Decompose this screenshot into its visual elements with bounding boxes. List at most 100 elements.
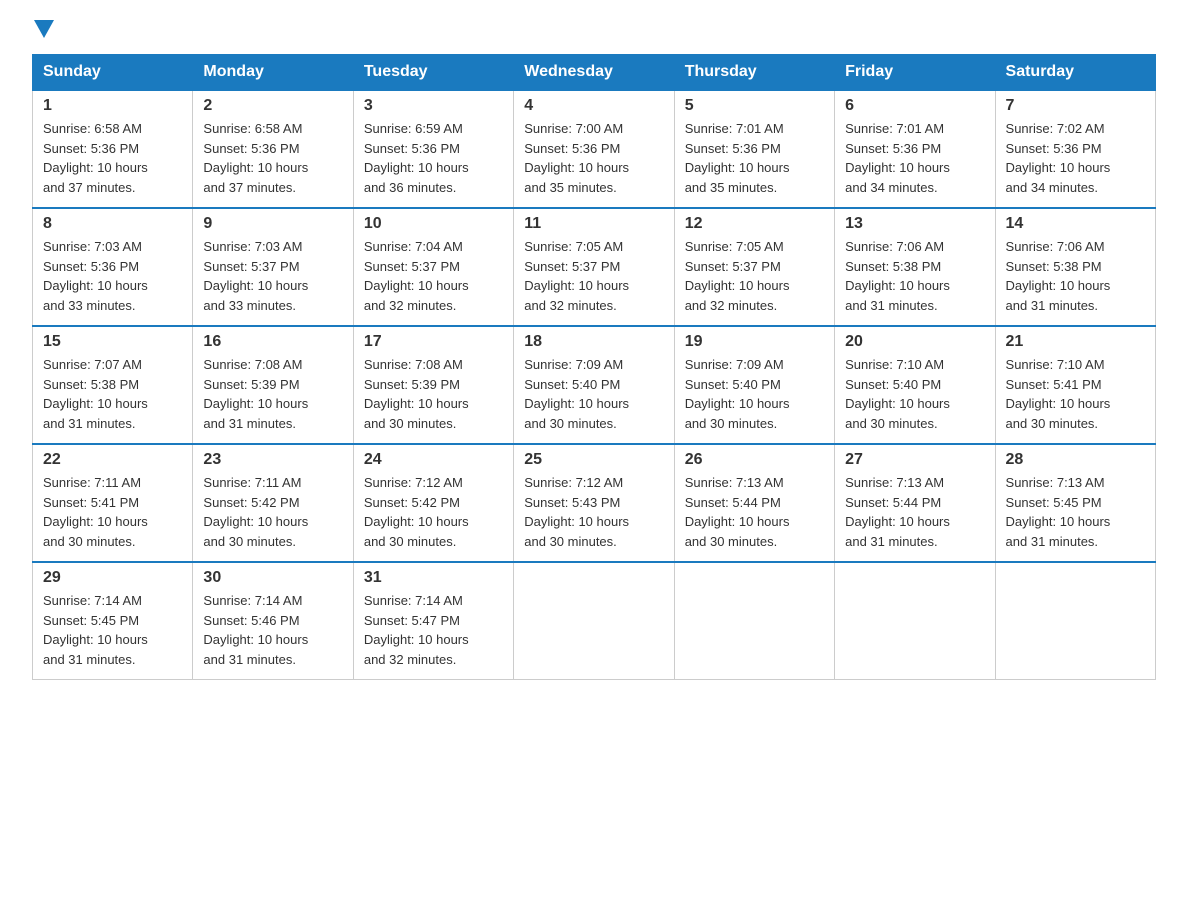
day-info: Sunrise: 7:14 AM Sunset: 5:46 PM Dayligh… [203,591,342,669]
day-info: Sunrise: 7:13 AM Sunset: 5:44 PM Dayligh… [845,473,984,551]
calendar-cell: 8 Sunrise: 7:03 AM Sunset: 5:36 PM Dayli… [33,208,193,326]
day-info: Sunrise: 7:04 AM Sunset: 5:37 PM Dayligh… [364,237,503,315]
day-info: Sunrise: 7:01 AM Sunset: 5:36 PM Dayligh… [685,119,824,197]
day-info: Sunrise: 6:58 AM Sunset: 5:36 PM Dayligh… [43,119,182,197]
calendar-cell: 20 Sunrise: 7:10 AM Sunset: 5:40 PM Dayl… [835,326,995,444]
day-number: 11 [524,215,663,233]
calendar-cell: 6 Sunrise: 7:01 AM Sunset: 5:36 PM Dayli… [835,90,995,208]
calendar-cell: 29 Sunrise: 7:14 AM Sunset: 5:45 PM Dayl… [33,562,193,680]
calendar-cell: 11 Sunrise: 7:05 AM Sunset: 5:37 PM Dayl… [514,208,674,326]
calendar-cell: 15 Sunrise: 7:07 AM Sunset: 5:38 PM Dayl… [33,326,193,444]
calendar-cell: 22 Sunrise: 7:11 AM Sunset: 5:41 PM Dayl… [33,444,193,562]
header [32,24,1156,38]
calendar-week-row: 15 Sunrise: 7:07 AM Sunset: 5:38 PM Dayl… [33,326,1156,444]
day-number: 5 [685,97,824,115]
day-info: Sunrise: 7:06 AM Sunset: 5:38 PM Dayligh… [845,237,984,315]
day-number: 12 [685,215,824,233]
calendar-cell: 17 Sunrise: 7:08 AM Sunset: 5:39 PM Dayl… [353,326,513,444]
calendar-cell: 1 Sunrise: 6:58 AM Sunset: 5:36 PM Dayli… [33,90,193,208]
calendar-cell [835,562,995,680]
day-number: 6 [845,97,984,115]
day-number: 8 [43,215,182,233]
day-number: 14 [1006,215,1145,233]
calendar-cell: 19 Sunrise: 7:09 AM Sunset: 5:40 PM Dayl… [674,326,834,444]
calendar-cell: 4 Sunrise: 7:00 AM Sunset: 5:36 PM Dayli… [514,90,674,208]
calendar-cell: 9 Sunrise: 7:03 AM Sunset: 5:37 PM Dayli… [193,208,353,326]
calendar-cell [674,562,834,680]
calendar-cell: 28 Sunrise: 7:13 AM Sunset: 5:45 PM Dayl… [995,444,1155,562]
day-info: Sunrise: 7:11 AM Sunset: 5:42 PM Dayligh… [203,473,342,551]
day-number: 18 [524,333,663,351]
day-info: Sunrise: 7:05 AM Sunset: 5:37 PM Dayligh… [685,237,824,315]
calendar-cell: 26 Sunrise: 7:13 AM Sunset: 5:44 PM Dayl… [674,444,834,562]
header-monday: Monday [193,55,353,91]
day-number: 17 [364,333,503,351]
day-info: Sunrise: 7:12 AM Sunset: 5:42 PM Dayligh… [364,473,503,551]
day-number: 4 [524,97,663,115]
calendar-cell: 7 Sunrise: 7:02 AM Sunset: 5:36 PM Dayli… [995,90,1155,208]
day-number: 25 [524,451,663,469]
day-number: 24 [364,451,503,469]
calendar-cell: 14 Sunrise: 7:06 AM Sunset: 5:38 PM Dayl… [995,208,1155,326]
day-number: 19 [685,333,824,351]
day-info: Sunrise: 7:10 AM Sunset: 5:40 PM Dayligh… [845,355,984,433]
day-number: 3 [364,97,503,115]
calendar-week-row: 22 Sunrise: 7:11 AM Sunset: 5:41 PM Dayl… [33,444,1156,562]
day-info: Sunrise: 7:13 AM Sunset: 5:45 PM Dayligh… [1006,473,1145,551]
day-number: 28 [1006,451,1145,469]
header-friday: Friday [835,55,995,91]
calendar-week-row: 29 Sunrise: 7:14 AM Sunset: 5:45 PM Dayl… [33,562,1156,680]
logo-triangle-icon [34,20,54,38]
calendar-cell: 2 Sunrise: 6:58 AM Sunset: 5:36 PM Dayli… [193,90,353,208]
day-info: Sunrise: 7:07 AM Sunset: 5:38 PM Dayligh… [43,355,182,433]
day-number: 22 [43,451,182,469]
day-info: Sunrise: 7:05 AM Sunset: 5:37 PM Dayligh… [524,237,663,315]
header-saturday: Saturday [995,55,1155,91]
day-number: 1 [43,97,182,115]
day-info: Sunrise: 7:06 AM Sunset: 5:38 PM Dayligh… [1006,237,1145,315]
calendar-cell: 12 Sunrise: 7:05 AM Sunset: 5:37 PM Dayl… [674,208,834,326]
header-sunday: Sunday [33,55,193,91]
day-info: Sunrise: 7:00 AM Sunset: 5:36 PM Dayligh… [524,119,663,197]
day-info: Sunrise: 7:12 AM Sunset: 5:43 PM Dayligh… [524,473,663,551]
day-number: 20 [845,333,984,351]
day-info: Sunrise: 7:14 AM Sunset: 5:45 PM Dayligh… [43,591,182,669]
calendar-cell: 16 Sunrise: 7:08 AM Sunset: 5:39 PM Dayl… [193,326,353,444]
day-info: Sunrise: 7:08 AM Sunset: 5:39 PM Dayligh… [364,355,503,433]
day-info: Sunrise: 7:10 AM Sunset: 5:41 PM Dayligh… [1006,355,1145,433]
calendar-header-row: SundayMondayTuesdayWednesdayThursdayFrid… [33,55,1156,91]
calendar-cell: 25 Sunrise: 7:12 AM Sunset: 5:43 PM Dayl… [514,444,674,562]
day-info: Sunrise: 7:01 AM Sunset: 5:36 PM Dayligh… [845,119,984,197]
calendar-cell: 3 Sunrise: 6:59 AM Sunset: 5:36 PM Dayli… [353,90,513,208]
day-info: Sunrise: 7:09 AM Sunset: 5:40 PM Dayligh… [524,355,663,433]
day-number: 23 [203,451,342,469]
day-info: Sunrise: 7:11 AM Sunset: 5:41 PM Dayligh… [43,473,182,551]
day-number: 7 [1006,97,1145,115]
day-info: Sunrise: 7:03 AM Sunset: 5:36 PM Dayligh… [43,237,182,315]
day-info: Sunrise: 7:14 AM Sunset: 5:47 PM Dayligh… [364,591,503,669]
day-number: 31 [364,569,503,587]
day-info: Sunrise: 7:03 AM Sunset: 5:37 PM Dayligh… [203,237,342,315]
day-number: 30 [203,569,342,587]
day-info: Sunrise: 7:09 AM Sunset: 5:40 PM Dayligh… [685,355,824,433]
calendar-cell: 13 Sunrise: 7:06 AM Sunset: 5:38 PM Dayl… [835,208,995,326]
day-info: Sunrise: 7:08 AM Sunset: 5:39 PM Dayligh… [203,355,342,433]
day-info: Sunrise: 7:13 AM Sunset: 5:44 PM Dayligh… [685,473,824,551]
calendar-cell: 24 Sunrise: 7:12 AM Sunset: 5:42 PM Dayl… [353,444,513,562]
calendar-table: SundayMondayTuesdayWednesdayThursdayFrid… [32,54,1156,680]
calendar-cell [995,562,1155,680]
header-thursday: Thursday [674,55,834,91]
day-number: 13 [845,215,984,233]
calendar-cell: 23 Sunrise: 7:11 AM Sunset: 5:42 PM Dayl… [193,444,353,562]
calendar-cell: 30 Sunrise: 7:14 AM Sunset: 5:46 PM Dayl… [193,562,353,680]
day-info: Sunrise: 6:59 AM Sunset: 5:36 PM Dayligh… [364,119,503,197]
calendar-cell: 27 Sunrise: 7:13 AM Sunset: 5:44 PM Dayl… [835,444,995,562]
day-number: 9 [203,215,342,233]
day-number: 26 [685,451,824,469]
day-number: 21 [1006,333,1145,351]
calendar-cell: 5 Sunrise: 7:01 AM Sunset: 5:36 PM Dayli… [674,90,834,208]
header-tuesday: Tuesday [353,55,513,91]
day-number: 29 [43,569,182,587]
calendar-week-row: 1 Sunrise: 6:58 AM Sunset: 5:36 PM Dayli… [33,90,1156,208]
calendar-cell [514,562,674,680]
